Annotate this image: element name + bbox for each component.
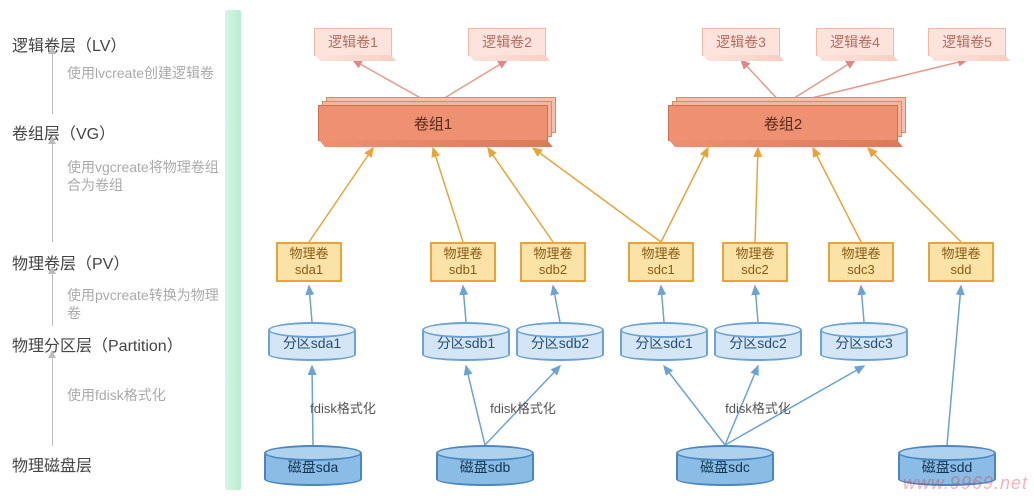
partition-cylinder: 分区sdb2: [516, 325, 604, 361]
lv-label: 逻辑卷1: [328, 34, 378, 51]
pv-label: 物理卷: [641, 246, 680, 262]
pv-label: 物理卷: [941, 246, 980, 262]
pv-label: 物理卷: [533, 246, 572, 262]
partition-cylinder: 分区sdc3: [820, 325, 908, 361]
pv-sub: sdc3: [847, 262, 874, 278]
lv-box: 逻辑卷2: [468, 28, 546, 56]
legend-arrow-icon: [52, 142, 53, 242]
pv-sub: sdc2: [741, 262, 768, 278]
diagram-canvas: 逻辑卷1 逻辑卷2 逻辑卷3 逻辑卷4 逻辑卷5 卷组1 卷组2 物理卷sda1…: [258, 0, 1028, 500]
lv-box: 逻辑卷5: [928, 28, 1006, 56]
pv-label: 物理卷: [443, 246, 482, 262]
legend-arrow-icon: [52, 52, 53, 114]
pv-box: 物理卷sda1: [276, 242, 342, 282]
lv-label: 逻辑卷3: [716, 34, 766, 51]
partition-cylinder: 分区sdc1: [620, 325, 708, 361]
partition-label: 分区sdc1: [635, 333, 693, 353]
pv-box: 物理卷sdb2: [520, 242, 586, 282]
lv-box: 逻辑卷1: [314, 28, 392, 56]
legend-pv-note: 使用pvcreate转换为物理卷: [67, 286, 227, 322]
legend-part: 物理分区层（Partition）: [12, 332, 217, 356]
lv-label: 逻辑卷5: [942, 34, 992, 51]
partition-label: 分区sda1: [283, 333, 341, 353]
legend-pv: 物理卷层（PV）: [12, 250, 217, 274]
lv-box: 逻辑卷3: [702, 28, 780, 56]
partition-cylinder: 分区sdc2: [714, 325, 802, 361]
fdisk-label: fdisk格式化: [713, 398, 803, 417]
lv-box: 逻辑卷4: [816, 28, 894, 56]
partition-cylinder: 分区sdb1: [422, 325, 510, 361]
vg-box: 卷组1: [318, 105, 548, 141]
pv-box: 物理卷sdc3: [828, 242, 894, 282]
pv-sub: sdc1: [647, 262, 674, 278]
pv-sub: sda1: [295, 262, 323, 278]
legend-arrow-icon: [52, 272, 53, 326]
pv-box: 物理卷sdc1: [628, 242, 694, 282]
vg-stack: 卷组2: [668, 105, 906, 149]
disk-label: 磁盘sdb: [460, 457, 511, 477]
watermark: www.9969.net: [903, 473, 1028, 494]
pv-box: 物理卷sdc2: [722, 242, 788, 282]
vertical-divider: [225, 10, 241, 490]
legend-vg: 卷组层（VG）: [12, 120, 217, 144]
fdisk-label: fdisk格式化: [478, 398, 568, 417]
legend-arrow-icon: [52, 356, 53, 446]
pv-sub: sdd: [951, 262, 972, 278]
legend-part-note: 使用fdisk格式化: [67, 386, 227, 404]
disk-cylinder: 磁盘sda: [264, 448, 362, 486]
pv-sub: sdb2: [539, 262, 567, 278]
vg-box: 卷组2: [668, 105, 898, 141]
lv-label: 逻辑卷4: [830, 34, 880, 51]
legend-lv-note: 使用lvcreate创建逻辑卷: [67, 64, 227, 82]
legend-vg-note: 使用vgcreate将物理卷组合为卷组: [67, 158, 227, 194]
partition-cylinder: 分区sda1: [268, 325, 356, 361]
disk-cylinder: 磁盘sdc: [676, 448, 774, 486]
pv-sub: sdb1: [449, 262, 477, 278]
partition-label: 分区sdb1: [437, 333, 495, 353]
vg-stack: 卷组1: [318, 105, 556, 149]
disk-label: 磁盘sdc: [700, 457, 750, 477]
vg-label: 卷组2: [764, 113, 802, 134]
pv-label: 物理卷: [841, 246, 880, 262]
lv-label: 逻辑卷2: [482, 34, 532, 51]
pv-box: 物理卷sdb1: [430, 242, 496, 282]
legend-disk: 物理磁盘层: [12, 452, 217, 476]
disk-cylinder: 磁盘sdb: [436, 448, 534, 486]
disk-label: 磁盘sda: [288, 457, 339, 477]
fdisk-label: fdisk格式化: [298, 398, 388, 417]
pv-box: 物理卷sdd: [928, 242, 994, 282]
pv-label: 物理卷: [289, 246, 328, 262]
legend-lv: 逻辑卷层（LV）: [12, 32, 217, 56]
vg-label: 卷组1: [414, 113, 452, 134]
partition-label: 分区sdc2: [729, 333, 787, 353]
pv-label: 物理卷: [735, 246, 774, 262]
partition-label: 分区sdc3: [835, 333, 893, 353]
partition-label: 分区sdb2: [531, 333, 589, 353]
